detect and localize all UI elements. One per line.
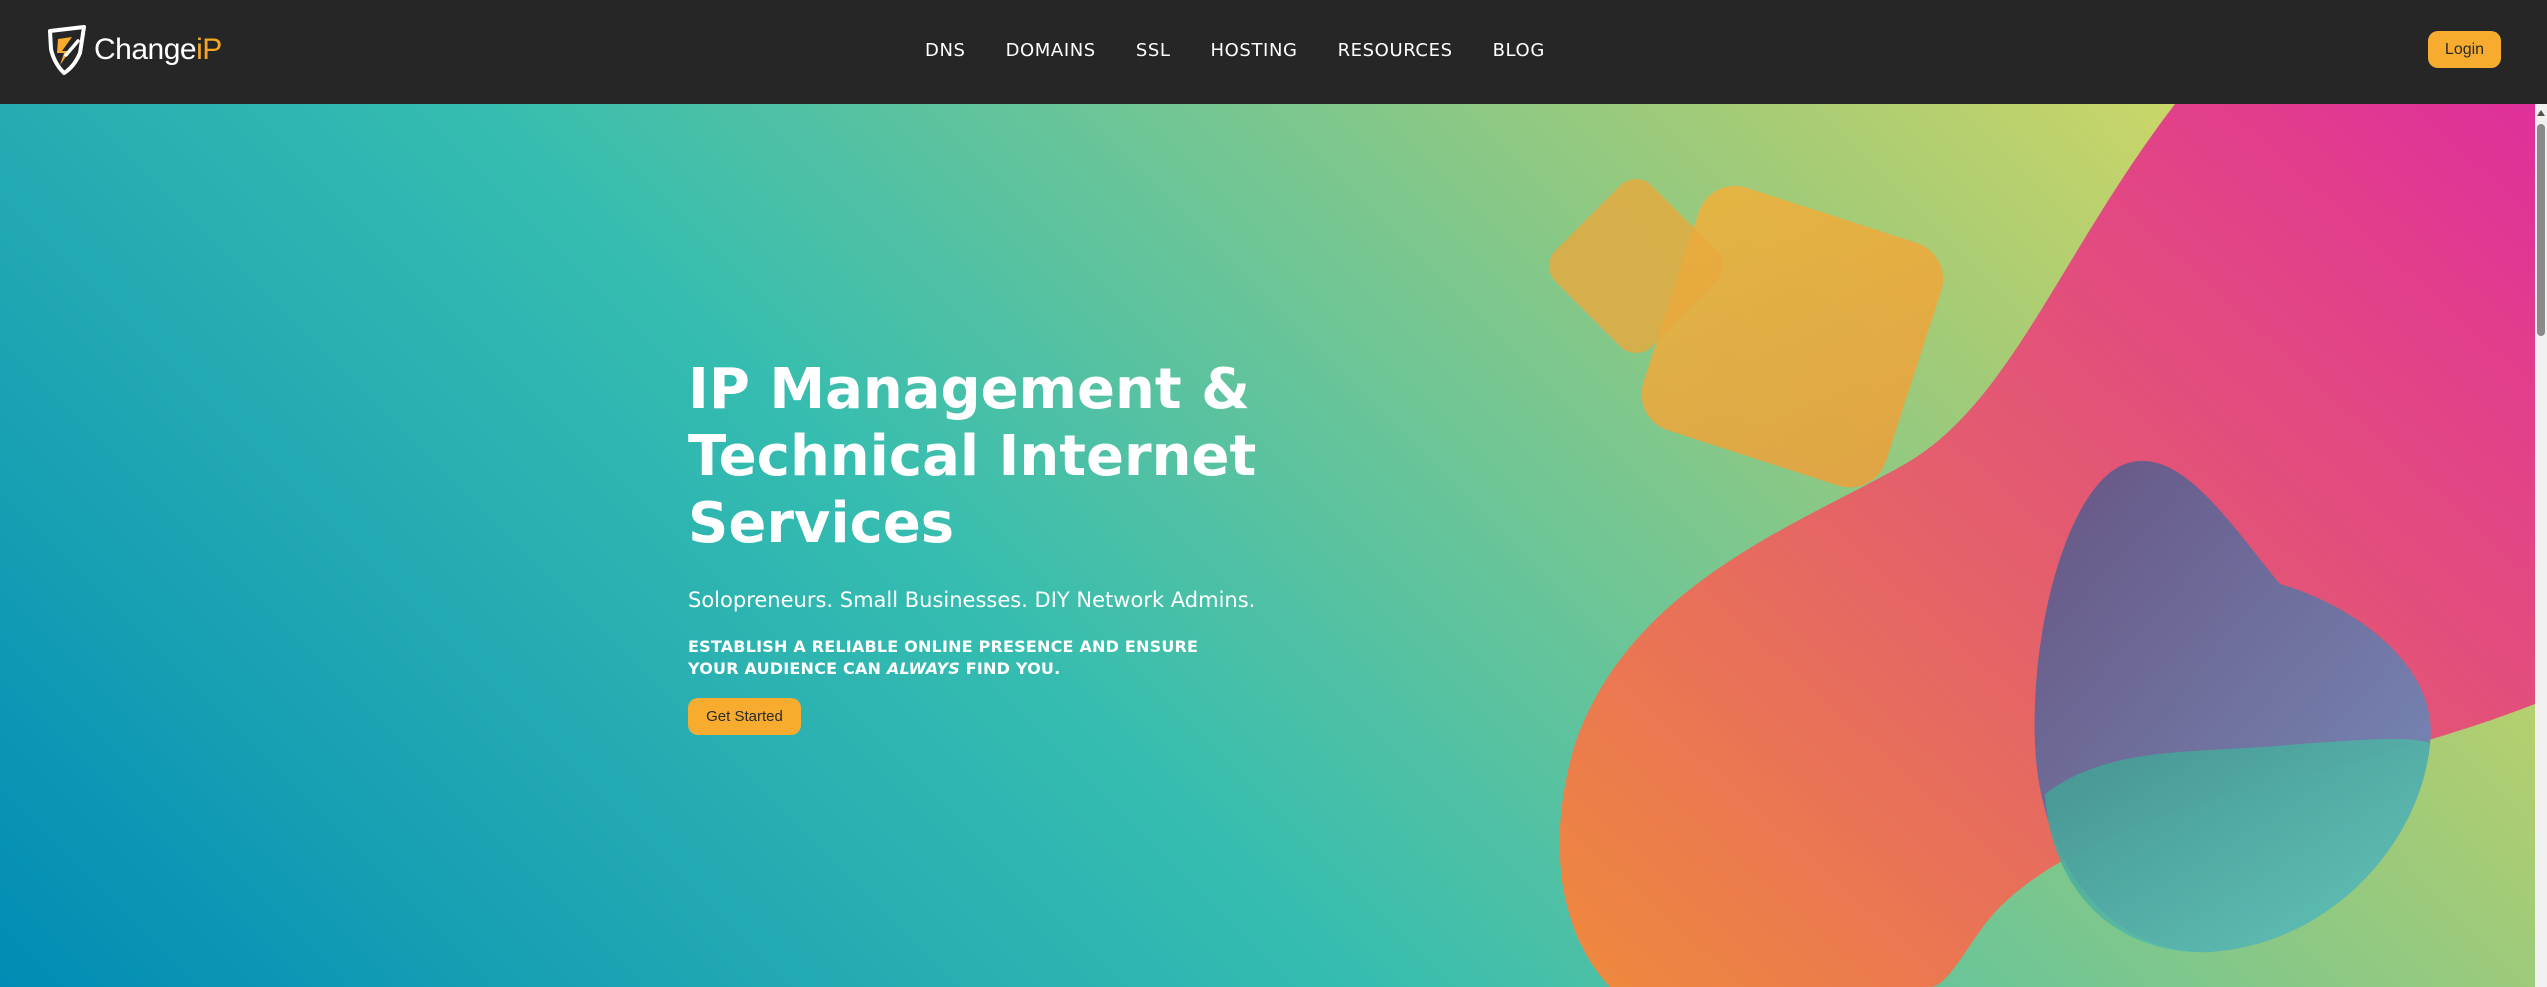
hero-subtitle: Solopreneurs. Small Businesses. DIY Netw… — [688, 588, 1256, 612]
scrollbar-thumb[interactable] — [2537, 124, 2545, 336]
hero-description-emphasis: ALWAYS — [886, 659, 960, 678]
teal-blob-shape — [2045, 739, 2430, 953]
hero-section: IP Management & Technical Internet Servi… — [0, 104, 2535, 987]
hero-description-tail: FIND YOU. — [960, 659, 1061, 678]
logo-text-main: Change — [94, 33, 197, 66]
scroll-up-arrow-icon[interactable] — [2537, 110, 2545, 116]
top-navbar: ChangeiP DNS DOMAINS SSL HOSTING RESOURC… — [0, 0, 2547, 104]
nav-item-dns[interactable]: DNS — [925, 40, 966, 61]
hero-description: ESTABLISH A RELIABLE ONLINE PRESENCE AND… — [688, 636, 1248, 680]
nav-item-ssl[interactable]: SSL — [1136, 40, 1171, 61]
nav-item-hosting[interactable]: HOSTING — [1211, 40, 1298, 61]
nav-item-blog[interactable]: BLOG — [1493, 40, 1545, 61]
login-button[interactable]: Login — [2428, 31, 2501, 68]
logo-text-accent: iP — [196, 33, 222, 66]
nav-item-domains[interactable]: DOMAINS — [1006, 40, 1096, 61]
hero-title: IP Management & Technical Internet Servi… — [688, 357, 1257, 556]
site-logo[interactable]: ChangeiP — [46, 24, 222, 76]
nav-item-resources[interactable]: RESOURCES — [1338, 40, 1453, 61]
page-scrollbar[interactable] — [2535, 104, 2547, 987]
logo-wordmark: ChangeiP — [94, 33, 222, 67]
get-started-button[interactable]: Get Started — [688, 698, 801, 735]
shield-logo-icon — [48, 25, 86, 75]
main-nav: DNS DOMAINS SSL HOSTING RESOURCES BLOG — [925, 0, 1545, 100]
